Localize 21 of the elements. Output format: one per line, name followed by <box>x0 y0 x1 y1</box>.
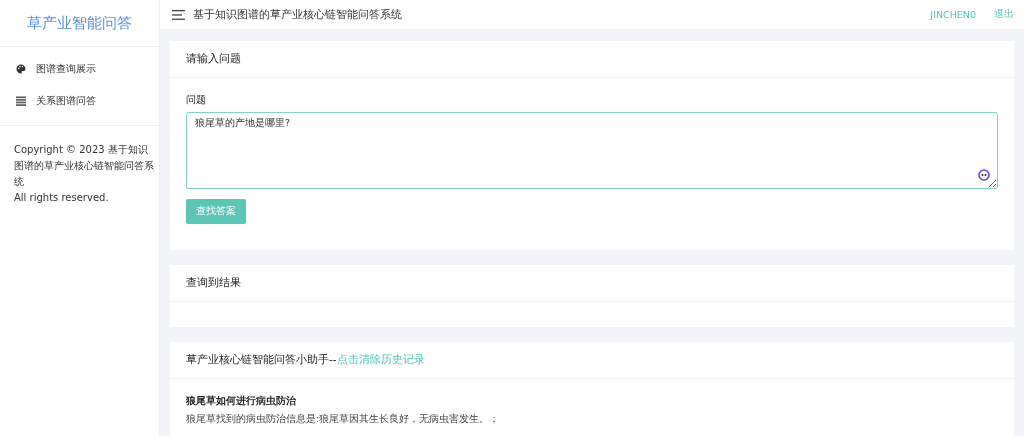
history-question: 狼尾草如何进行病虫防治 <box>186 395 297 408</box>
app-title: 草产业智能问答 <box>27 13 132 33</box>
history-answer: 狼尾草找到的病虫防治信息是:狼尾草因其生长良好，无病虫害发生。； <box>186 413 501 426</box>
clear-history-link[interactable]: 点击清除历史记录 <box>336 353 425 365</box>
question-field[interactable]: 狼尾草的产地是哪里? <box>186 112 998 189</box>
user-link[interactable]: JINCHEN0 <box>930 9 976 20</box>
logout-link[interactable]: 退出 <box>994 8 1014 21</box>
palette-icon <box>16 64 26 74</box>
menu-icon[interactable] <box>172 9 185 20</box>
sidebar-item[interactable]: 关系图谱问答 <box>0 85 159 117</box>
card-title: 草产业核心链智能问答小助手--点击清除历史记录 <box>186 353 425 367</box>
sidebar-item[interactable]: 图谱查询展示 <box>0 53 159 85</box>
smiley-icon[interactable] <box>978 169 990 181</box>
list-icon <box>16 96 26 106</box>
copyright-text: All rights reserved. <box>14 191 110 205</box>
copyright-text: Copyright © 2023 基于知识图谱的草产业核心链智能问答系统 <box>14 143 155 189</box>
card-title: 查询到结果 <box>186 276 241 290</box>
search-answer-button[interactable]: 查找答案 <box>186 199 246 224</box>
page-title: 基于知识图谱的草产业核心链智能问答系统 <box>193 7 403 22</box>
field-label: 问题 <box>186 94 207 107</box>
card-title: 请输入问题 <box>186 52 241 66</box>
